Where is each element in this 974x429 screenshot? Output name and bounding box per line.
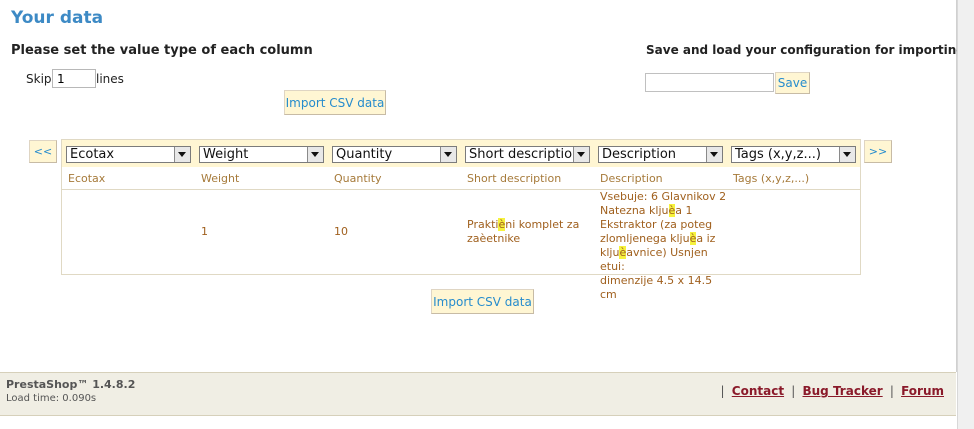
column-header-5: Description [600,172,663,185]
config-name-input[interactable] [645,73,774,92]
select-value: Weight [203,147,249,162]
data-preview-table: Ecotax Weight Quantity Short description… [61,139,861,301]
column-type-select-6[interactable]: Tags (x,y,z...) [731,146,856,163]
column-header-2: Weight [201,172,240,185]
page-subtitle: Please set the value type of each column [11,43,313,58]
skip-label: Skip [26,72,52,86]
footer-brand: PrestaShop™ 1.4.8.2 [6,378,136,391]
main-content: Your data Please set the value type of e… [0,0,974,372]
select-value: Ecotax [70,147,115,162]
column-type-select-4[interactable]: Short description [465,146,590,163]
skip-lines-input[interactable] [52,69,96,88]
select-value: Description [602,147,677,162]
column-type-select-2[interactable]: Weight [199,146,324,163]
column-type-select-5[interactable]: Description [598,146,723,163]
chevron-down-icon [174,147,190,162]
config-title: Save and load your configuration for imp… [646,43,974,57]
column-type-select-1[interactable]: Ecotax [66,146,191,163]
cell-quantity: 10 [334,225,348,238]
forum-link[interactable]: Forum [901,384,944,398]
select-value: Quantity [336,147,393,162]
page-title: Your data [11,8,104,28]
bug-tracker-link[interactable]: Bug Tracker [802,384,882,398]
cell-weight: 1 [201,225,208,238]
window-right-edge [957,0,974,429]
chevron-down-icon [440,147,456,162]
prev-columns-button[interactable]: << [29,140,57,163]
import-csv-button-top[interactable]: Import CSV data [284,90,386,115]
chevron-down-icon [839,147,855,162]
chevron-down-icon [706,147,722,162]
footer-separator: | [720,384,725,398]
cell-short-description: Praktièni komplet za zaèetnike [467,218,580,245]
chevron-down-icon [307,147,323,162]
footer-separator: | [791,384,796,398]
column-type-select-3[interactable]: Quantity [332,146,457,163]
contact-link[interactable]: Contact [732,384,784,398]
footer-load-time: Load time: 0.090s [6,393,97,404]
chevron-down-icon [573,147,589,162]
select-value: Short description [469,147,581,162]
column-header-6: Tags (x,y,z,...) [733,172,810,185]
column-type-selects: Ecotax Weight Quantity Short description… [62,140,860,167]
footer-separator: | [889,384,894,398]
next-columns-button[interactable]: >> [864,140,892,163]
lines-label: lines [96,72,124,86]
column-header-1: Ecotax [68,172,106,185]
header-divider [62,189,860,190]
cell-description: Vsebuje: 6 Glavnikov 2 Natezna kljuèa 1 … [600,190,727,301]
save-config-button[interactable]: Save [775,72,810,94]
select-value: Tags (x,y,z...) [735,147,821,162]
footer: PrestaShop™ 1.4.8.2 Load time: 0.090s | … [0,372,956,416]
footer-links: | Contact | Bug Tracker | Forum [718,384,944,398]
column-header-4: Short description [467,172,562,185]
import-csv-button-bottom[interactable]: Import CSV data [431,289,534,314]
column-header-3: Quantity [334,172,382,185]
